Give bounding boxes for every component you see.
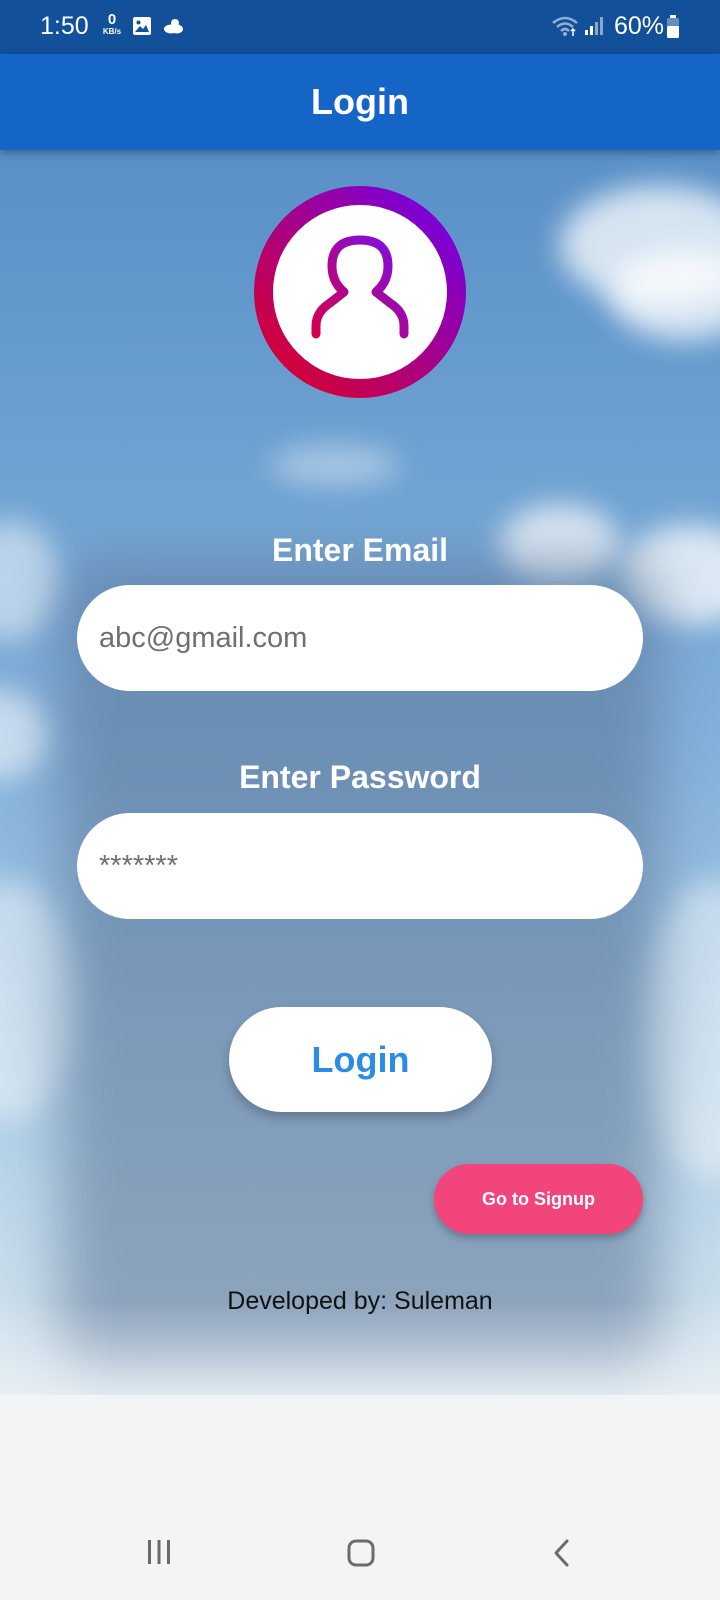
status-bar: 1:50 0 KB/s 60% <box>0 0 720 54</box>
recents-icon[interactable] <box>146 1538 172 1571</box>
home-icon[interactable] <box>346 1538 376 1573</box>
password-field[interactable] <box>77 813 643 919</box>
gallery-icon <box>132 16 152 41</box>
login-button[interactable]: Login <box>229 1007 492 1112</box>
battery-icon <box>666 15 680 44</box>
navigation-bar <box>0 1514 720 1600</box>
password-input[interactable] <box>99 849 643 883</box>
status-time: 1:50 <box>40 12 89 40</box>
wifi-icon <box>551 15 579 42</box>
email-field[interactable] <box>77 585 643 691</box>
go-to-signup-button[interactable]: Go to Signup <box>434 1164 643 1234</box>
bottom-fade <box>0 1300 720 1520</box>
developer-credit: Developed by: Suleman <box>227 1287 493 1315</box>
password-label: Enter Password <box>239 759 481 795</box>
user-icon <box>254 186 466 398</box>
signal-icon <box>584 16 606 41</box>
email-input[interactable] <box>99 621 643 655</box>
network-speed-unit: KB/s <box>102 27 122 36</box>
app-bar: Login <box>0 54 720 150</box>
email-label: Enter Email <box>271 532 449 568</box>
battery-percentage: 60% <box>614 12 665 40</box>
network-speed: 0 KB/s <box>98 12 126 36</box>
network-speed-value: 0 <box>107 11 117 28</box>
back-icon[interactable] <box>552 1538 572 1573</box>
page-title: Login <box>311 81 409 122</box>
weather-icon <box>162 17 184 40</box>
avatar <box>254 186 466 398</box>
